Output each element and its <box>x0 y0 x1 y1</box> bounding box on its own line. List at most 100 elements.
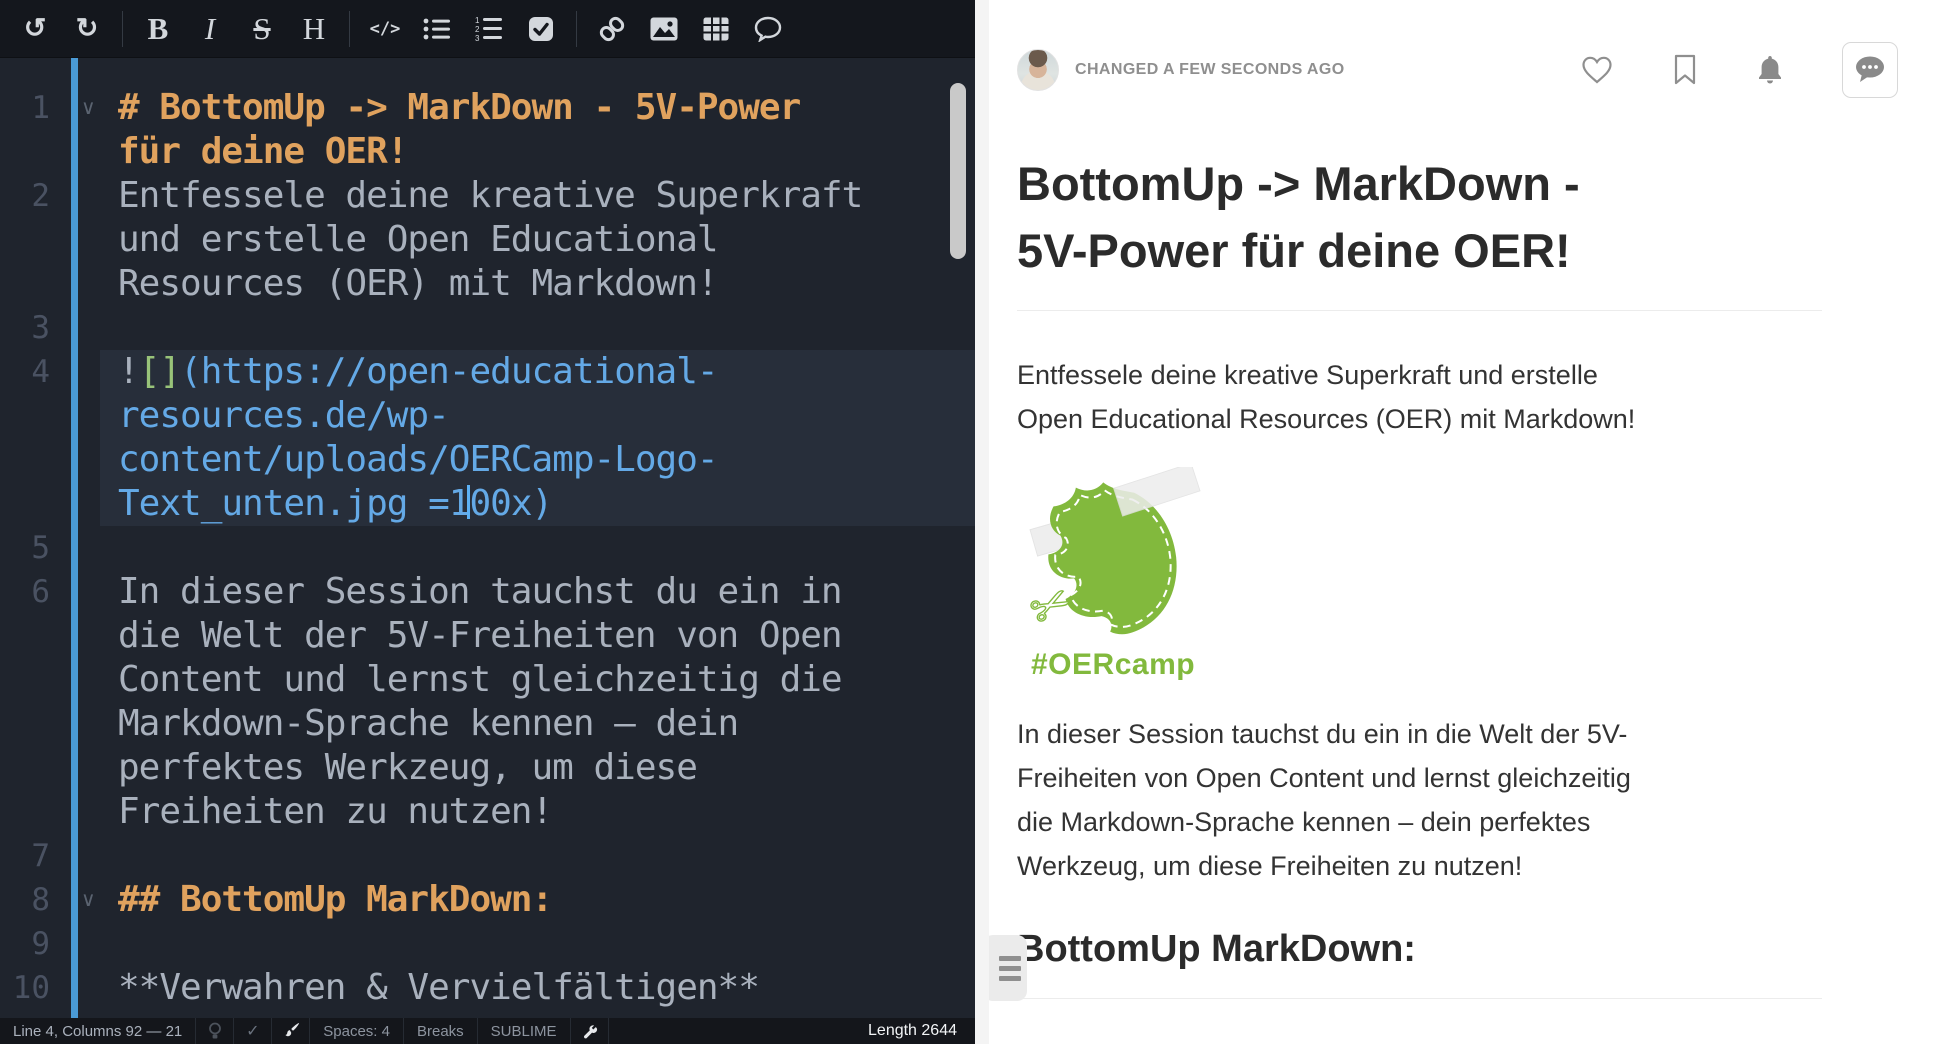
code-row[interactable]: Text_unten.jpg =100x) <box>0 482 975 526</box>
scissors-icon: ✂ <box>1020 572 1082 640</box>
code-rows: 1∨# BottomUp -> MarkDown - 5V-Powerfür d… <box>0 86 975 1010</box>
spellcheck-toggle[interactable]: ✓ <box>234 1018 272 1044</box>
spaces-setting[interactable]: Spaces: 4 <box>310 1018 404 1044</box>
code-row[interactable]: Freiheiten zu nutzen! <box>0 790 975 834</box>
code-row[interactable]: resources.de/wp- <box>0 394 975 438</box>
italic-button[interactable]: I <box>189 8 231 50</box>
fold-spacer <box>50 570 100 614</box>
bullet-list-button[interactable] <box>416 8 458 50</box>
theme-toggle[interactable] <box>272 1018 310 1044</box>
line-number <box>0 614 50 658</box>
code-row[interactable]: die Welt der 5V-Freiheiten von Open <box>0 614 975 658</box>
fold-chevron-icon[interactable]: ∨ <box>50 878 100 922</box>
line-number: 6 <box>0 570 50 614</box>
line-number <box>0 130 50 174</box>
line-number: 9 <box>0 922 50 966</box>
strikethrough-button[interactable]: S <box>241 8 283 50</box>
code-line-text: für deine OER! <box>100 130 975 174</box>
line-number: 8 <box>0 878 50 922</box>
bold-button[interactable]: B <box>137 8 179 50</box>
preview-article: BottomUp -> MarkDown - 5V-Power für dein… <box>1017 150 1822 999</box>
checklist-icon <box>528 16 554 42</box>
fold-spacer <box>50 482 100 526</box>
code-row[interactable]: 5 <box>0 526 975 570</box>
doc-length: Length 2644 <box>855 1018 975 1044</box>
hamburger-icon <box>999 966 1021 971</box>
ordered-list-button[interactable]: 1 2 3 <box>468 8 510 50</box>
linebreaks-setting[interactable]: Breaks <box>404 1018 478 1044</box>
preview-header: CHANGED A FEW SECONDS AGO <box>1017 40 1898 100</box>
notifications-button[interactable] <box>1756 54 1784 86</box>
code-line-text <box>100 922 975 966</box>
code-row[interactable]: 2Entfessele deine kreative Superkraft <box>0 174 975 218</box>
code-editor[interactable]: 1∨# BottomUp -> MarkDown - 5V-Powerfür d… <box>0 58 975 1018</box>
line-number <box>0 790 50 834</box>
editor-scrollbar-thumb[interactable] <box>950 83 966 259</box>
line-number <box>0 262 50 306</box>
comments-panel-button[interactable] <box>1842 42 1898 98</box>
table-icon <box>703 17 729 41</box>
image-button[interactable] <box>643 8 685 50</box>
code-row[interactable]: content/uploads/OERCamp-Logo- <box>0 438 975 482</box>
code-row[interactable]: perfektes Werkzeug, um diese <box>0 746 975 790</box>
code-line-text: Markdown-Sprache kennen – dein <box>100 702 975 746</box>
fold-chevron-icon[interactable]: ∨ <box>50 86 100 130</box>
hamburger-icon <box>999 956 1021 961</box>
keymap-setting[interactable]: SUBLIME <box>478 1018 571 1044</box>
code-line-text: die Welt der 5V-Freiheiten von Open <box>100 614 975 658</box>
fold-spacer <box>50 218 100 262</box>
code-line-text: content/uploads/OERCamp-Logo- <box>100 438 975 482</box>
preferences-button[interactable] <box>571 1018 609 1044</box>
code-row[interactable]: 1∨# BottomUp -> MarkDown - 5V-Power <box>0 86 975 130</box>
line-number: 4 <box>0 350 50 394</box>
heart-icon <box>1580 55 1614 85</box>
code-row[interactable]: 4 ![](https://open-educational- <box>0 350 975 394</box>
svg-text:3: 3 <box>475 34 480 42</box>
code-row[interactable]: Markdown-Sprache kennen – dein <box>0 702 975 746</box>
pane-resize-handle[interactable] <box>975 0 989 1044</box>
code-line-text: resources.de/wp- <box>100 394 975 438</box>
fold-spacer <box>50 526 100 570</box>
toc-expand-tab[interactable] <box>989 935 1027 1001</box>
code-row[interactable]: 8∨## BottomUp MarkDown: <box>0 878 975 922</box>
code-row[interactable]: Content und lernst gleichzeitig die <box>0 658 975 702</box>
code-row[interactable]: 7 <box>0 834 975 878</box>
line-number <box>0 746 50 790</box>
code-row[interactable]: Resources (OER) mit Markdown! <box>0 262 975 306</box>
code-row[interactable]: 9 <box>0 922 975 966</box>
author-avatar[interactable] <box>1017 49 1059 91</box>
code-row[interactable]: 3 <box>0 306 975 350</box>
code-line-text: ![](https://open-educational- <box>100 350 975 394</box>
code-row[interactable]: für deine OER! <box>0 130 975 174</box>
bookmark-icon <box>1672 54 1698 86</box>
bell-icon <box>1756 54 1784 86</box>
table-button[interactable] <box>695 8 737 50</box>
redo-button[interactable]: ↻ <box>66 8 108 50</box>
fold-spacer <box>50 746 100 790</box>
code-row[interactable]: 10**Verwahren & Vervielfältigen** <box>0 966 975 1010</box>
code-row[interactable]: und erstelle Open Educational <box>0 218 975 262</box>
checklist-button[interactable] <box>520 8 562 50</box>
code-line-text <box>100 834 975 878</box>
code-line-text: ## BottomUp MarkDown: <box>100 878 975 922</box>
lint-toggle[interactable] <box>196 1018 234 1044</box>
comment-button-toolbar[interactable] <box>747 8 789 50</box>
bullet-list-icon <box>423 17 451 41</box>
chat-bubble-icon <box>1852 54 1888 86</box>
line-number: 10 <box>0 966 50 1010</box>
code-line-text: Resources (OER) mit Markdown! <box>100 262 975 306</box>
code-row[interactable]: 6In dieser Session tauchst du ein in <box>0 570 975 614</box>
cursor-position: Line 4, Columns 92 — 21 <box>0 1018 196 1044</box>
line-number: 7 <box>0 834 50 878</box>
comment-icon <box>754 16 782 42</box>
line-number: 1 <box>0 86 50 130</box>
link-button[interactable] <box>591 8 633 50</box>
document-title: BottomUp -> MarkDown - 5V-Power für dein… <box>1017 150 1822 311</box>
code-button[interactable]: </> <box>364 8 406 50</box>
like-button[interactable] <box>1580 55 1614 85</box>
bookmark-button[interactable] <box>1672 54 1698 86</box>
code-line-text <box>100 306 975 350</box>
undo-button[interactable]: ↺ <box>14 8 56 50</box>
heading-button[interactable]: H <box>293 8 335 50</box>
fold-spacer <box>50 614 100 658</box>
